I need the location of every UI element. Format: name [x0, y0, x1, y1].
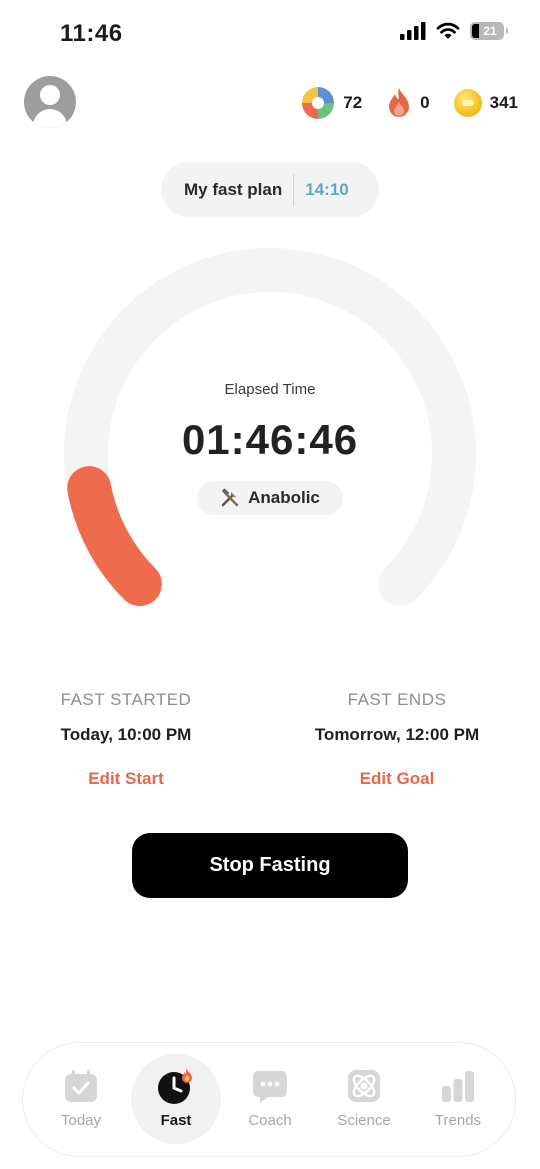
flame-icon	[389, 88, 410, 117]
fasting-stage-label: Anabolic	[248, 488, 320, 507]
wifi-icon	[436, 22, 460, 39]
bar-chart-icon	[442, 1071, 474, 1102]
divider	[293, 173, 295, 206]
fast-plan-value: 14:10	[305, 179, 349, 199]
elapsed-time-label: Elapsed Time	[224, 381, 316, 398]
fast-started-section: FAST STARTED Today, 10:00 PM Edit Start	[0, 690, 256, 789]
color-wheel-icon	[302, 87, 335, 119]
elapsed-time-value: 01:46:46	[181, 416, 359, 463]
fast-plan-button[interactable]: My fast plan 14:10	[161, 162, 379, 217]
battery-level: 21	[483, 24, 497, 38]
tab-science[interactable]: Science	[319, 1054, 409, 1144]
stat-streak[interactable]: 0	[386, 87, 430, 119]
battery-icon: 21	[470, 22, 508, 40]
tools-icon	[221, 488, 239, 507]
fast-started-value: Today, 10:00 PM	[60, 725, 192, 744]
tab-today[interactable]: Today	[36, 1054, 126, 1144]
stop-fasting-button[interactable]: Stop Fasting	[132, 833, 408, 898]
status-icons: 21	[400, 22, 508, 40]
coin-icon	[453, 89, 482, 117]
ring-progress	[67, 466, 162, 607]
fast-plan-label: My fast plan	[184, 179, 283, 199]
edit-start-button[interactable]: Edit Start	[0, 769, 256, 789]
stat-streak-value: 0	[420, 93, 430, 112]
calendar-check-icon	[65, 1070, 97, 1102]
chat-bubble-icon	[253, 1071, 287, 1103]
tab-coach-label: Coach	[248, 1112, 292, 1129]
stats-bar: 72 0 341	[277, 86, 518, 120]
status-time: 11:46	[60, 20, 123, 47]
tab-science-label: Science	[337, 1112, 391, 1129]
fast-ends-title: FAST ENDS	[347, 690, 447, 709]
tab-trends-label: Trends	[434, 1112, 482, 1129]
cellular-signal-icon	[400, 22, 426, 40]
stat-score-value: 72	[343, 93, 363, 112]
tab-coach[interactable]: Coach	[225, 1054, 315, 1144]
clock-flame-icon	[158, 1068, 192, 1104]
profile-avatar[interactable]	[24, 76, 76, 128]
stat-coins-value: 341	[489, 93, 518, 112]
tab-fast[interactable]: Fast	[131, 1054, 221, 1144]
tab-trends[interactable]: Trends	[413, 1054, 503, 1144]
stat-score[interactable]: 72	[301, 86, 362, 120]
tab-fast-label: Fast	[160, 1112, 192, 1129]
edit-goal-button[interactable]: Edit Goal	[267, 769, 527, 789]
atom-icon	[348, 1070, 380, 1102]
stat-coins[interactable]: 341	[453, 89, 518, 117]
fast-ends-section: FAST ENDS Tomorrow, 12:00 PM Edit Goal	[267, 690, 527, 789]
tab-today-label: Today	[60, 1112, 102, 1129]
fasting-stage-badge[interactable]: Anabolic	[197, 481, 343, 515]
fast-started-title: FAST STARTED	[60, 690, 192, 709]
fast-ends-value: Tomorrow, 12:00 PM	[314, 725, 480, 744]
